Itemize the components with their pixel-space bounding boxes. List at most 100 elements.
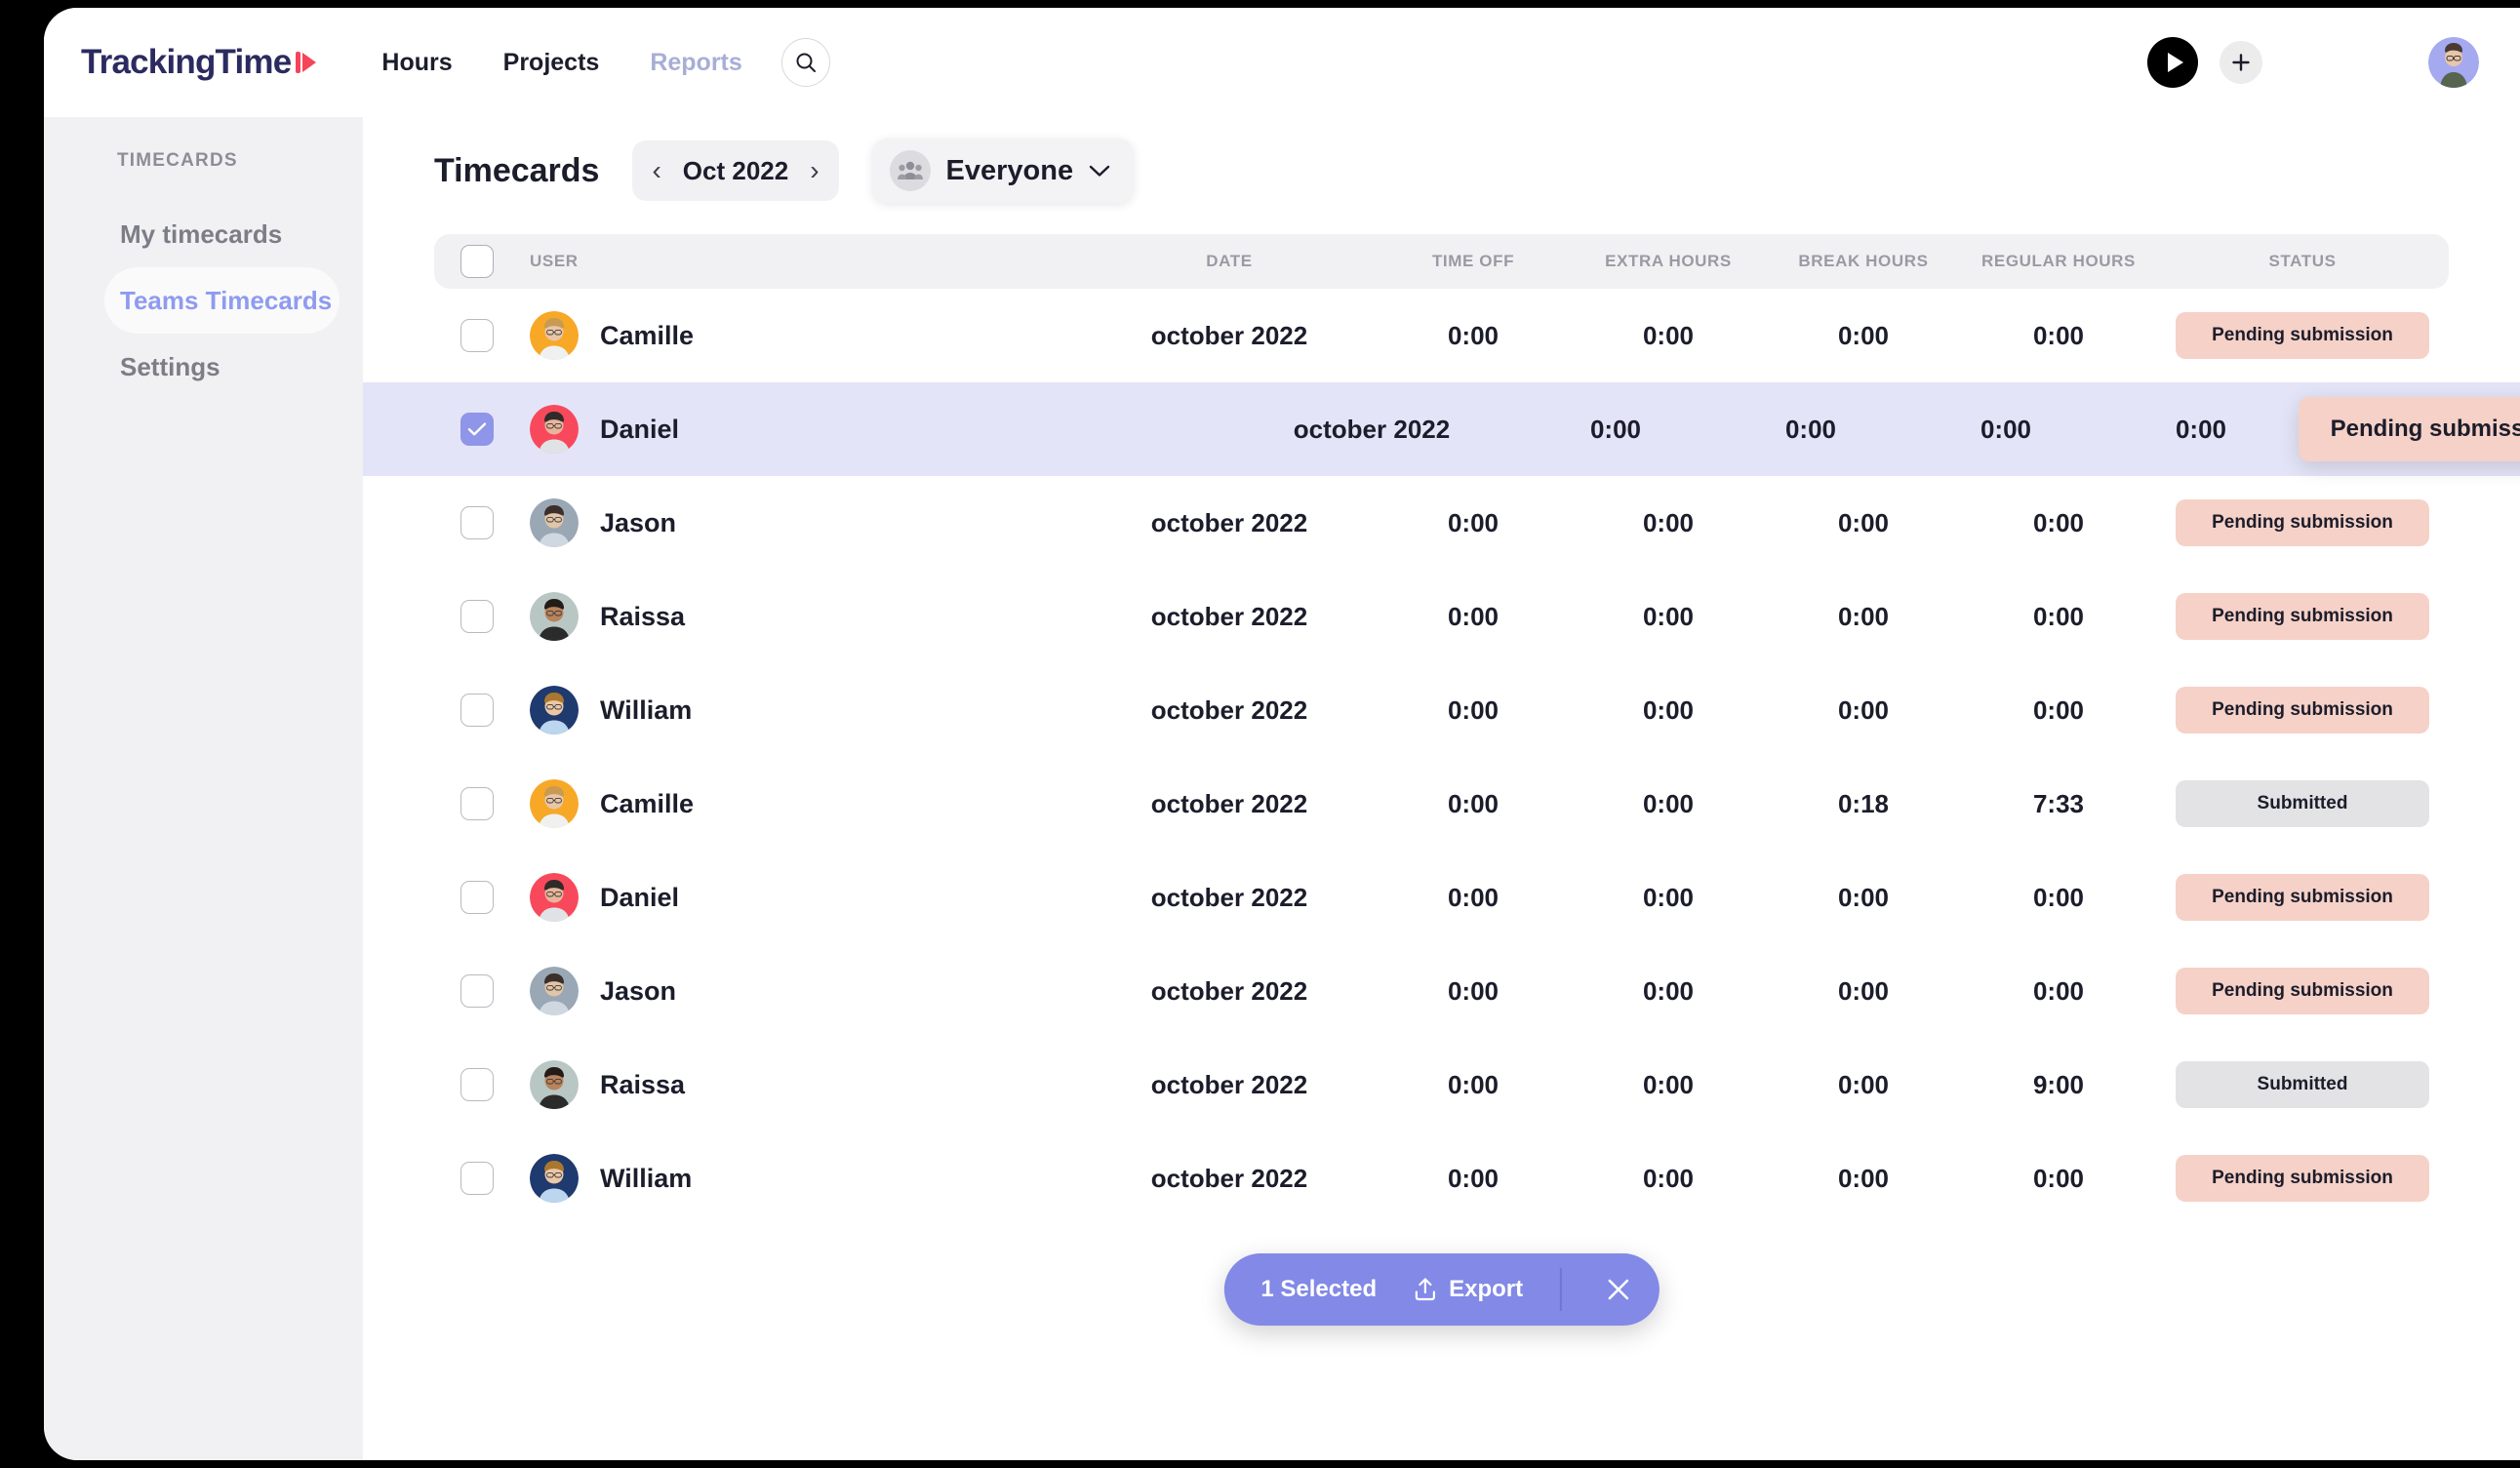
extra-hours-cell: 0:00	[1642, 694, 1695, 725]
app-logo[interactable]: TrackingTime	[81, 43, 317, 82]
status-badge[interactable]: Submitted	[2176, 1061, 2429, 1108]
status-badge[interactable]: Pending submission	[2176, 499, 2429, 546]
status-badge[interactable]: Pending submission	[2299, 397, 2520, 461]
column-header-extra-hours[interactable]: EXTRA HOURS	[1571, 252, 1766, 271]
regular-hours-cell: 0:00	[2032, 1163, 2085, 1193]
sidebar-item-settings[interactable]: Settings	[104, 334, 340, 400]
sidebar-item-my-timecards[interactable]: My timecards	[104, 201, 340, 267]
table-row[interactable]: William october 2022 0:00 0:00 0:00 0:00 Pendi…	[434, 1131, 2449, 1225]
break-hours-cell: 0:00	[1837, 975, 1890, 1006]
column-header-status[interactable]: STATUS	[2156, 252, 2449, 271]
date-cell: october 2022	[1150, 882, 1308, 912]
column-header-break-hours[interactable]: BREAK HOURS	[1766, 252, 1961, 271]
time-off-cell: 0:00	[1447, 320, 1500, 350]
row-select-cell	[434, 694, 520, 727]
user-cell: Camille	[520, 311, 1083, 360]
trackingtime-mark-icon	[296, 50, 317, 75]
close-action-bar-button[interactable]	[1591, 1262, 1646, 1317]
extra-hours-cell: 0:00	[1784, 414, 1837, 444]
break-hours-cell: 0:00	[1837, 1163, 1890, 1193]
user-cell: Jason	[520, 498, 1083, 547]
status-cell: Pending submission	[2156, 968, 2449, 1014]
table-header-row: USER DATE TIME OFF EXTRA HOURS BREAK HOU…	[434, 234, 2449, 289]
avatar-image	[530, 779, 579, 828]
row-select-cell	[434, 413, 520, 446]
row-checkbox[interactable]	[460, 881, 494, 914]
status-cell: Pending submission	[2156, 874, 2449, 921]
nav-item-projects[interactable]: Projects	[503, 49, 600, 77]
row-checkbox[interactable]	[460, 787, 494, 820]
team-filter-dropdown[interactable]: Everyone	[871, 139, 1135, 203]
status-badge[interactable]: Submitted	[2176, 780, 2429, 827]
column-header-user[interactable]: USER	[520, 252, 1083, 271]
row-checkbox[interactable]	[460, 506, 494, 539]
user-cell: Raissa	[520, 1060, 1083, 1109]
row-checkbox[interactable]	[460, 413, 494, 446]
row-checkbox[interactable]	[460, 1068, 494, 1101]
main-nav: Hours Projects Reports	[381, 49, 741, 77]
sidebar-item-teams-timecards[interactable]: Teams Timecards	[104, 267, 340, 334]
status-cell: Pending submission	[2156, 499, 2449, 546]
select-all-checkbox[interactable]	[460, 245, 494, 278]
time-off-cell: 0:00	[1447, 694, 1500, 725]
row-checkbox[interactable]	[460, 600, 494, 633]
chevron-left-icon[interactable]: ‹	[648, 157, 664, 184]
date-navigator: ‹ Oct 2022 ›	[632, 140, 839, 201]
export-label: Export	[1449, 1276, 1524, 1302]
regular-hours-cell: 0:00	[2032, 507, 2085, 537]
column-header-date[interactable]: DATE	[1083, 252, 1376, 271]
status-badge[interactable]: Pending submission	[2176, 1155, 2429, 1202]
status-badge[interactable]: Pending submission	[2176, 687, 2429, 734]
time-off-cell: 0:00	[1589, 414, 1642, 444]
status-badge[interactable]: Pending submission	[2176, 312, 2429, 359]
start-timer-button[interactable]	[2147, 37, 2198, 88]
regular-hours-cell: 0:00	[2032, 975, 2085, 1006]
user-cell: William	[520, 1154, 1083, 1203]
sidebar-item-label: Settings	[120, 351, 220, 381]
chevron-right-icon[interactable]: ›	[806, 157, 822, 184]
row-checkbox[interactable]	[460, 974, 494, 1008]
avatar-image	[530, 1060, 579, 1109]
extra-hours-cell: 0:00	[1642, 788, 1695, 818]
avatar-image	[530, 967, 579, 1015]
top-navigation-bar: TrackingTime Hours Projects Reports	[44, 8, 2520, 117]
user-name: Daniel	[600, 882, 680, 912]
table-row[interactable]: Raissa october 2022 0:00 0:00 0:00 9:00 Submit…	[434, 1038, 2449, 1131]
table-row[interactable]: Daniel october 2022 0:00 0:00 0:00 0:00 Pendin…	[363, 382, 2520, 476]
time-off-cell: 0:00	[1447, 1163, 1500, 1193]
break-hours-cell: 0:00	[1980, 414, 2032, 444]
nav-item-hours[interactable]: Hours	[381, 49, 452, 77]
avatar-image	[530, 686, 579, 734]
table-row[interactable]: Jason october 2022 0:00 0:00 0:00 0:00 Pending…	[434, 476, 2449, 570]
row-select-cell	[434, 600, 520, 633]
row-checkbox[interactable]	[460, 694, 494, 727]
search-button[interactable]	[780, 38, 830, 87]
row-select-cell	[434, 974, 520, 1008]
table-row[interactable]: Daniel october 2022 0:00 0:00 0:00 0:00 Pendin…	[434, 851, 2449, 944]
status-badge[interactable]: Pending submission	[2176, 593, 2429, 640]
export-button[interactable]: Export	[1406, 1276, 1531, 1303]
row-checkbox[interactable]	[460, 1162, 494, 1195]
extra-hours-cell: 0:00	[1642, 1069, 1695, 1099]
add-button[interactable]	[2220, 41, 2262, 84]
plus-icon	[2232, 54, 2250, 71]
nav-item-reports[interactable]: Reports	[650, 49, 741, 77]
action-bar-divider	[1560, 1268, 1562, 1311]
table-row[interactable]: Raissa october 2022 0:00 0:00 0:00 0:00 Pendin…	[434, 570, 2449, 663]
date-cell: october 2022	[1150, 975, 1308, 1006]
table-row[interactable]: William october 2022 0:00 0:00 0:00 0:00 Pendi…	[434, 663, 2449, 757]
column-header-time-off[interactable]: TIME OFF	[1376, 252, 1571, 271]
table-row[interactable]: Camille october 2022 0:00 0:00 0:00 0:00 Pendi…	[434, 289, 2449, 382]
user-name: Raissa	[600, 601, 686, 631]
user-cell: William	[520, 686, 1083, 734]
status-badge[interactable]: Pending submission	[2176, 968, 2429, 1014]
header-select-all-cell	[434, 245, 520, 278]
row-checkbox[interactable]	[460, 319, 494, 352]
user-cell: Camille	[520, 779, 1083, 828]
avatar-image	[530, 592, 579, 641]
column-header-regular-hours[interactable]: REGULAR HOURS	[1961, 252, 2156, 271]
table-row[interactable]: Jason october 2022 0:00 0:00 0:00 0:00 Pending…	[434, 944, 2449, 1038]
status-badge[interactable]: Pending submission	[2176, 874, 2429, 921]
table-row[interactable]: Camille october 2022 0:00 0:00 0:18 7:33 Submi…	[434, 757, 2449, 851]
user-avatar[interactable]	[2428, 37, 2479, 88]
